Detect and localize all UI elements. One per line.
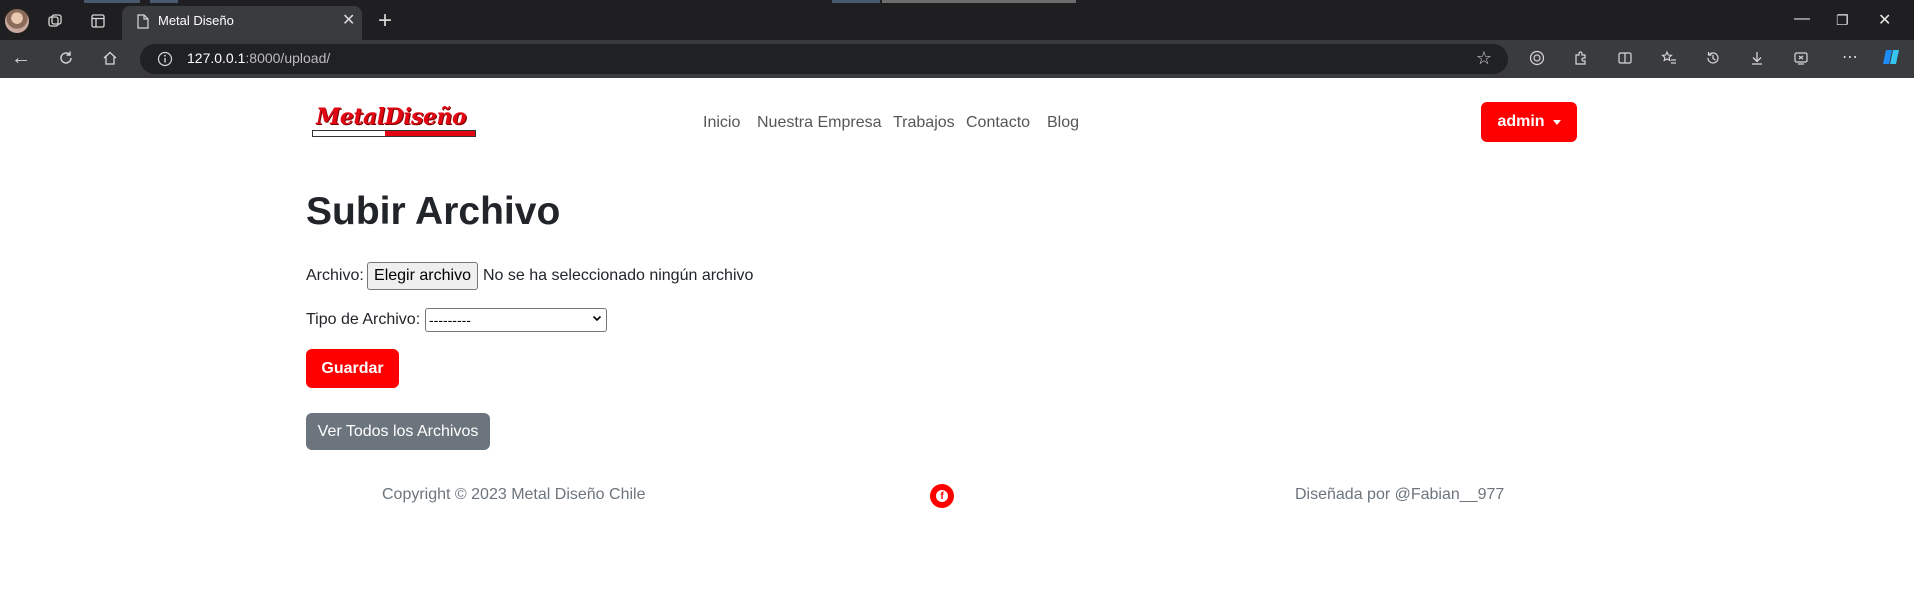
tab-strip-line [150, 0, 178, 3]
tab-strip-line [84, 0, 140, 3]
nav-trabajos[interactable]: Trabajos [893, 114, 955, 132]
tab-strip-line [832, 0, 880, 3]
url-path: :8000/upload/ [245, 50, 331, 66]
site-logo[interactable]: MetalDiseño [312, 104, 480, 140]
address-bar[interactable] [140, 44, 1508, 74]
tab-title: Metal Diseño [158, 13, 234, 28]
footer-copyright: Copyright © 2023 Metal Diseño Chile [382, 486, 646, 503]
file-status: No se ha seleccionado ningún archivo [483, 267, 754, 284]
site-info-icon[interactable] [156, 50, 174, 68]
workspaces-icon[interactable] [46, 12, 64, 30]
url-text[interactable]: 127.0.0.1:8000/upload/ [187, 50, 330, 66]
back-icon[interactable]: ← [10, 47, 32, 69]
browser-chrome: Metal Diseño ✕ + — ❐ ✕ ← 127.0.0.1:8000/… [0, 0, 1914, 78]
file-type-select[interactable]: --------- [425, 308, 607, 332]
history-icon[interactable] [1703, 48, 1723, 68]
url-host: 127.0.0.1 [187, 50, 246, 66]
more-menu-icon[interactable]: ⋯ [1840, 47, 1860, 67]
profile-avatar[interactable] [5, 9, 29, 33]
download-icon[interactable] [1747, 48, 1767, 68]
chevron-down-icon [592, 312, 602, 326]
footer-credit: Diseñada por @Fabian__977 [1295, 486, 1505, 503]
page-icon [136, 13, 150, 29]
extensions-icon[interactable] [1571, 48, 1591, 68]
logo-bar-white [313, 131, 385, 136]
split-screen-icon[interactable] [1615, 48, 1635, 68]
facebook-icon[interactable]: f [930, 484, 954, 508]
user-menu-label: admin [1497, 113, 1545, 130]
caret-down-icon [1552, 119, 1561, 125]
copilot-icon[interactable] [1880, 46, 1902, 68]
file-label: Archivo: [306, 267, 364, 284]
window-close-icon[interactable]: ✕ [1878, 10, 1891, 30]
favorite-star-icon[interactable]: ☆ [1474, 48, 1494, 68]
refresh-icon[interactable] [55, 47, 77, 69]
screenshot-icon[interactable] [1791, 48, 1811, 68]
close-tab-icon[interactable]: ✕ [342, 10, 355, 30]
choose-file-button[interactable]: Elegir archivo [367, 262, 478, 290]
page-title: Subir Archivo [306, 190, 561, 233]
nav-blog[interactable]: Blog [1047, 114, 1079, 132]
tab-actions-icon[interactable] [89, 12, 107, 30]
page-content: MetalDiseño Inicio Nuestra Empresa Traba… [0, 78, 1914, 616]
new-tab-icon[interactable]: + [378, 7, 392, 35]
logo-wordmark: MetalDiseño [316, 104, 467, 130]
user-menu-button[interactable]: admin [1481, 102, 1577, 142]
tracking-icon[interactable] [1527, 48, 1547, 68]
nav-contacto[interactable]: Contacto [966, 114, 1030, 132]
nav-inicio[interactable]: Inicio [703, 114, 740, 132]
nav-nuestra-empresa[interactable]: Nuestra Empresa [757, 114, 882, 132]
minimize-icon[interactable]: — [1794, 10, 1810, 28]
restore-icon[interactable]: ❐ [1836, 12, 1849, 29]
view-all-files-button[interactable]: Ver Todos los Archivos [306, 413, 490, 450]
type-label: Tipo de Archivo: [306, 311, 421, 328]
save-button[interactable]: Guardar [306, 349, 399, 388]
file-type-value: --------- [429, 312, 471, 328]
facebook-glyph: f [936, 490, 948, 502]
home-icon[interactable] [99, 47, 121, 69]
favorites-icon[interactable] [1659, 48, 1679, 68]
tab-strip-line [882, 0, 1076, 3]
